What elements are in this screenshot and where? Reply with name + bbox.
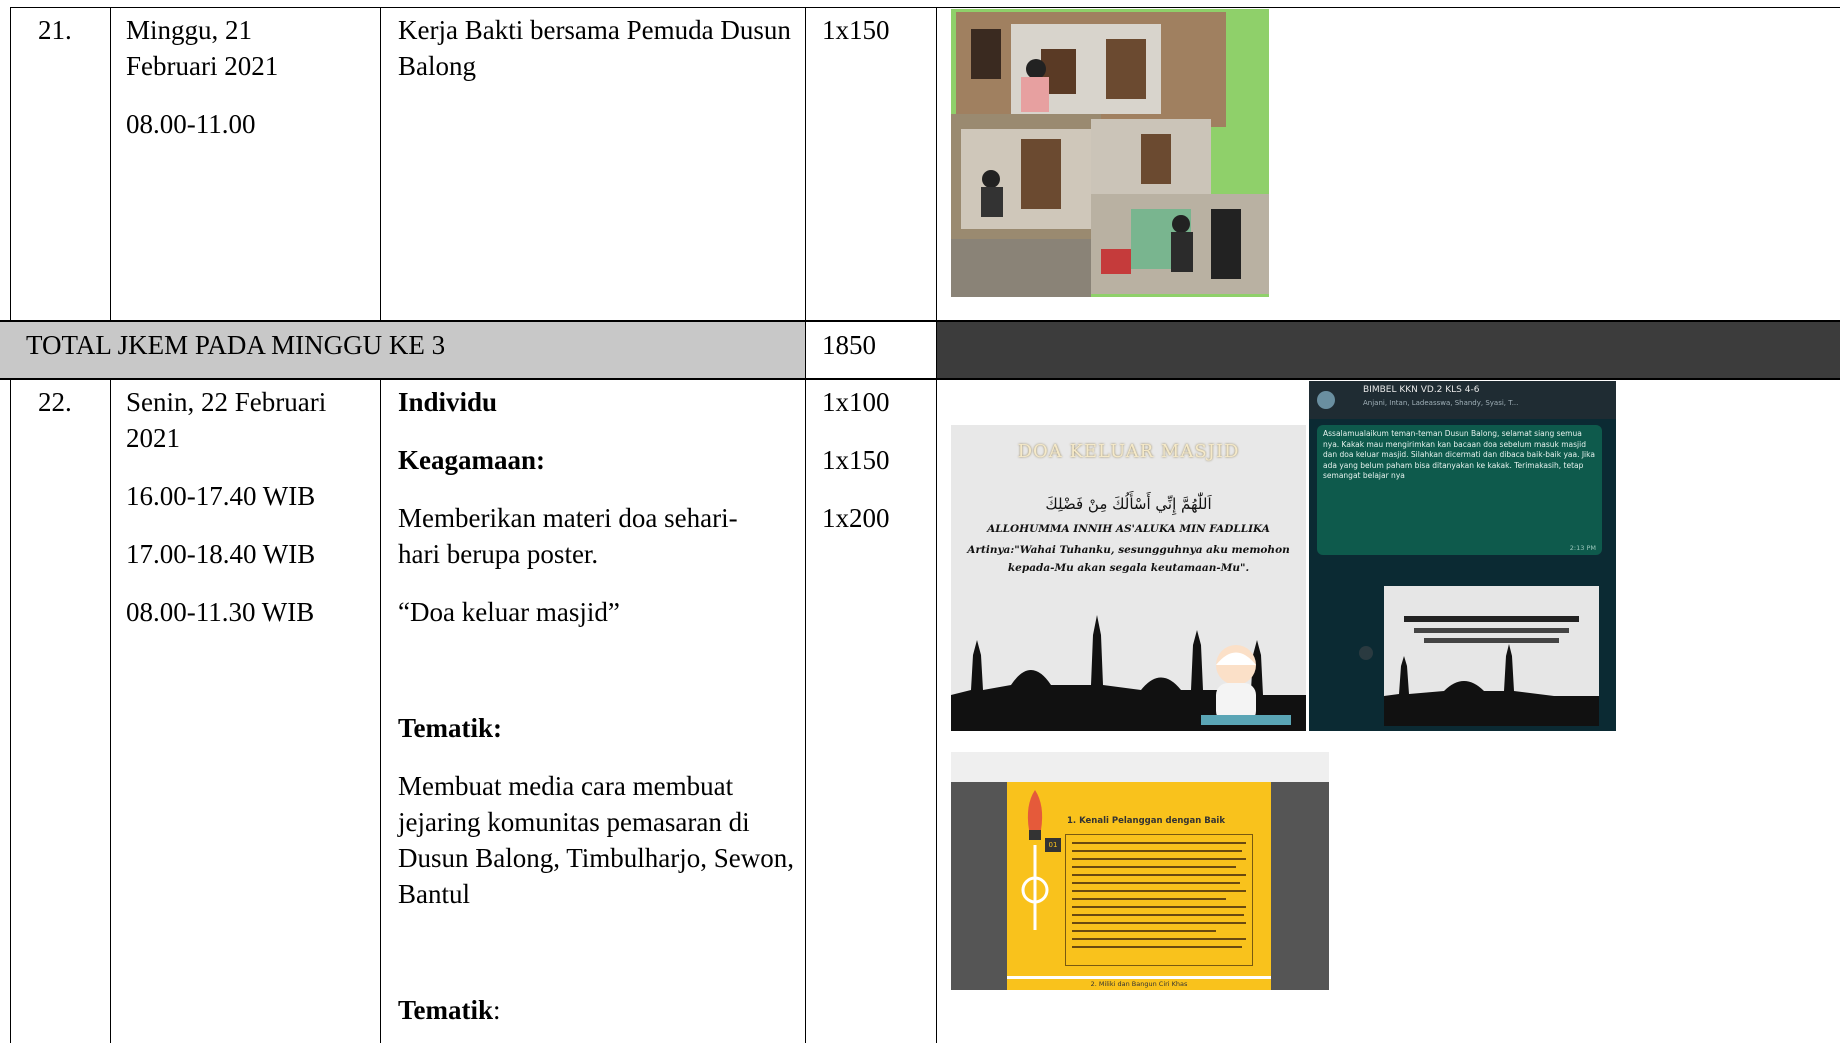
chat-poster-silhouette	[1384, 586, 1599, 726]
activity-quote: “Doa keluar masjid”	[398, 597, 620, 627]
table-top-border	[10, 7, 1840, 8]
poster-title: DOA KELUAR MASJID	[1017, 441, 1240, 462]
table-left-border	[10, 7, 11, 321]
tematik-heading-2-text: Tematik	[398, 995, 494, 1025]
activity-keagamaan-heading: Keagamaan:	[398, 445, 545, 475]
row-border	[0, 378, 1840, 380]
row-jkem: 1x100 1x150 1x200	[822, 384, 890, 536]
slide-divider	[1007, 976, 1271, 979]
activity-tematik-heading-2: Tematik:	[398, 992, 798, 1028]
document-page: 21. Minggu, 21 Februari 2021 08.00-11.00…	[0, 0, 1840, 1043]
poster-latin: ALLOHUMMA INNIH AS'ALUKA MIN FADLLIKA	[987, 523, 1270, 535]
activity-individu: Individu	[398, 387, 498, 417]
activity-tematik-desc: Membuat media cara membuat jejaring komu…	[398, 771, 795, 909]
row-time: 16.00-17.40 WIB	[126, 481, 316, 511]
total-value: 1850	[822, 330, 876, 360]
browser-toolbar	[951, 752, 1329, 783]
date-line: 2021	[126, 423, 180, 453]
row-border	[0, 320, 1840, 322]
chat-message-time: 2:13 PM	[1569, 544, 1596, 552]
table-left-border	[10, 379, 11, 1043]
column-border	[936, 7, 937, 1043]
chat-message-text: Assalamualaikum teman-teman Dusun Balong…	[1323, 429, 1595, 480]
row-time: 08.00-11.30 WIB	[126, 597, 315, 627]
whatsapp-chat-screenshot: BIMBEL KKN VD.2 KLS 4-6 Anjani, Intan, L…	[1309, 381, 1616, 731]
column-border	[110, 7, 111, 321]
jkem-value: 1x100	[822, 387, 890, 417]
chat-avatar	[1317, 391, 1335, 409]
chat-message-bubble: Assalamualaikum teman-teman Dusun Balong…	[1317, 425, 1602, 555]
chat-members: Anjani, Intan, Ladeasswa, Shandy, Syasi,…	[1363, 399, 1519, 407]
row-activity: Individu Keagamaan: Memberikan materi do…	[398, 384, 798, 1028]
slide-badge: 01	[1045, 838, 1061, 852]
pemasaran-slide-screenshot: 01 1. Kenali Pelanggan dengan Baik 2. Mi…	[951, 752, 1329, 990]
row-date: Senin, 22 Februari 2021 16.00-17.40 WIB …	[126, 384, 376, 630]
slide-footer: 2. Miliki dan Bangun Ciri Khas	[1090, 980, 1188, 988]
date-line: Februari 2021	[126, 51, 279, 81]
total-row-dark-cell	[937, 321, 1840, 379]
row-time: 17.00-18.40 WIB	[126, 539, 316, 569]
poster-meaning: Artinya:"Wahai Tuhanku, sesungguhnya aku…	[967, 544, 1290, 574]
slide-text-box	[1065, 834, 1253, 966]
total-label: TOTAL JKEM PADA MINGGU KE 3	[26, 330, 446, 360]
chat-poster-thumbnail	[1384, 586, 1599, 726]
row-activity: Kerja Bakti bersama Pemuda Dusun Balong	[398, 15, 791, 81]
row-jkem: 1x150	[822, 15, 890, 45]
chat-group-name: BIMBEL KKN VD.2 KLS 4-6	[1363, 385, 1480, 395]
tematik-heading-2-colon: :	[493, 995, 501, 1025]
doa-poster-image: DOA KELUAR MASJID اَللّٰهُمَّ إِنِّي أَس…	[951, 425, 1306, 731]
mosque-silhouette-icon	[951, 615, 1306, 731]
forward-icon	[1359, 646, 1373, 660]
poster-arabic: اَللّٰهُمَّ إِنِّي أَسْأَلُكَ مِنْ فَضْل…	[1045, 495, 1212, 513]
column-border	[380, 379, 381, 1043]
date-line: Senin, 22 Februari	[126, 387, 327, 417]
activity-keagamaan-desc: Memberikan materi doa sehari-hari berupa…	[398, 503, 738, 569]
column-border	[380, 7, 381, 321]
slide-page: 01 1. Kenali Pelanggan dengan Baik 2. Mi…	[1007, 782, 1271, 990]
jkem-value: 1x150	[822, 445, 890, 475]
jkem-value: 1x200	[822, 503, 890, 533]
row-number: 21.	[38, 15, 72, 45]
date-line: Minggu, 21	[126, 15, 253, 45]
rocket-icon	[1021, 790, 1049, 930]
photo-collage-image	[951, 9, 1269, 297]
row-date: Minggu, 21 Februari 2021 08.00-11.00	[126, 12, 376, 142]
row-time: 08.00-11.00	[126, 109, 256, 139]
kerja-bakti-photo-collage	[951, 9, 1269, 297]
slide-text-lines	[1072, 842, 1246, 948]
row-number: 22.	[38, 387, 72, 417]
column-border	[110, 379, 111, 1043]
column-border	[805, 7, 806, 1043]
slide-heading: 1. Kenali Pelanggan dengan Baik	[1067, 816, 1226, 826]
chat-header: BIMBEL KKN VD.2 KLS 4-6 Anjani, Intan, L…	[1309, 381, 1616, 419]
activity-tematik-heading: Tematik:	[398, 713, 503, 743]
